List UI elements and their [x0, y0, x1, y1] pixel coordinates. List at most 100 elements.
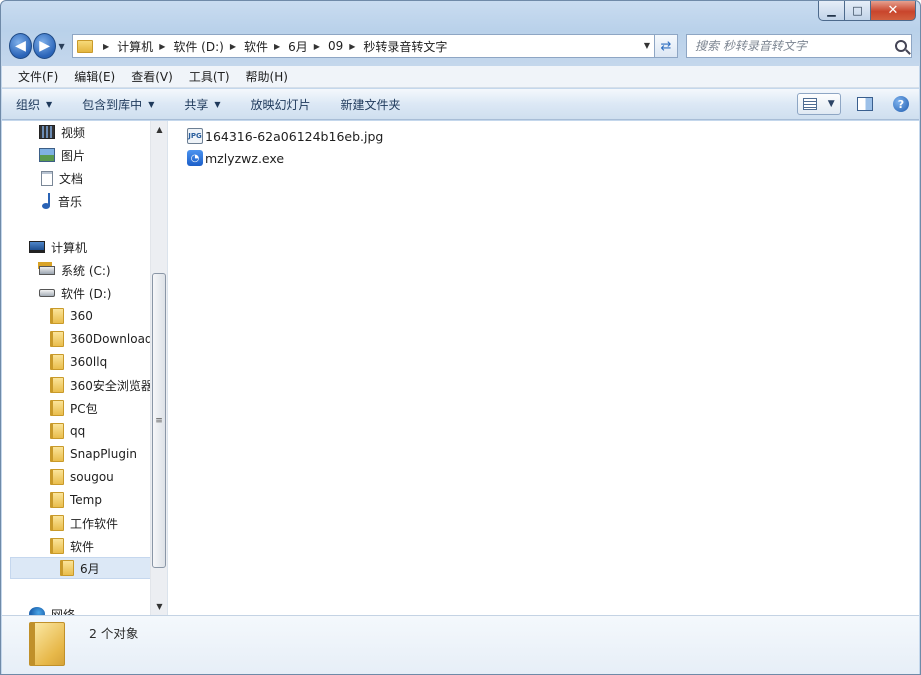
- chevron-down-icon: ▼: [148, 99, 155, 109]
- menu-tools[interactable]: 工具(T): [181, 68, 238, 85]
- breadcrumb-separator[interactable]: ▶: [103, 42, 109, 51]
- nav-item-network[interactable]: 网络: [29, 603, 75, 615]
- search-input[interactable]: [695, 39, 895, 53]
- refresh-button[interactable]: ⇄: [655, 34, 678, 58]
- share-button[interactable]: 共享 ▼: [184, 96, 220, 113]
- folder-icon: [50, 377, 64, 393]
- details-pane: 2 个对象: [2, 615, 919, 674]
- nav-item-music[interactable]: 音乐: [42, 190, 82, 212]
- file-name: 164316-62a06124b16eb.jpg: [205, 128, 384, 144]
- breadcrumb-current[interactable]: 秒转录音转文字: [363, 38, 447, 55]
- nav-item-computer[interactable]: 计算机: [29, 236, 87, 258]
- nav-label: SnapPlugin: [70, 447, 137, 461]
- scroll-down-icon[interactable]: ▼: [151, 598, 168, 615]
- nav-folder[interactable]: 360llq: [50, 351, 107, 373]
- nav-label: 6月: [80, 561, 100, 576]
- window-controls: ▁ □ ✕: [818, 1, 916, 21]
- breadcrumb-drive-d[interactable]: 软件 (D:): [173, 38, 223, 55]
- menu-view[interactable]: 查看(V): [123, 68, 181, 85]
- navigation-pane: 视频 图片 文档 音乐 计算机 系统 (C:) 软件 (D:) 360 360D…: [2, 121, 168, 615]
- list-item[interactable]: JPG 164316-62a06124b16eb.jpg: [187, 126, 383, 146]
- new-folder-button[interactable]: 新建文件夹: [341, 96, 401, 113]
- nav-folder[interactable]: 软件: [50, 535, 94, 557]
- folder-icon: [50, 331, 64, 347]
- nav-item-drive-d[interactable]: 软件 (D:): [39, 282, 111, 304]
- folder-icon: [50, 492, 64, 508]
- nav-folder[interactable]: 360安全浏览器: [50, 374, 153, 396]
- breadcrumb-separator[interactable]: ▶: [274, 42, 280, 51]
- music-library-icon: [42, 193, 52, 209]
- scroll-up-icon[interactable]: ▲: [151, 121, 168, 138]
- slideshow-button[interactable]: 放映幻灯片: [251, 96, 311, 113]
- nav-folder[interactable]: 工作软件: [50, 512, 118, 534]
- nav-label: Temp: [70, 493, 102, 507]
- folder-icon: [50, 423, 64, 439]
- help-icon[interactable]: ?: [893, 96, 909, 112]
- refresh-icon: ⇄: [660, 38, 672, 54]
- navigation-scrollbar[interactable]: ▲ ≡ ▼: [150, 121, 167, 615]
- folder-icon: [50, 469, 64, 485]
- menu-help[interactable]: 帮助(H): [238, 68, 296, 85]
- nav-folder[interactable]: sougou: [50, 466, 114, 488]
- nav-label: qq: [70, 424, 86, 438]
- nav-label: 360llq: [70, 355, 108, 369]
- menu-file[interactable]: 文件(F): [10, 68, 66, 85]
- nav-folder[interactable]: qq: [50, 420, 85, 442]
- minimize-button[interactable]: ▁: [818, 1, 845, 21]
- breadcrumb-separator[interactable]: ▶: [159, 42, 165, 51]
- folder-icon: [50, 515, 64, 531]
- jpg-file-icon: JPG: [187, 128, 203, 144]
- include-in-library-button[interactable]: 包含到库中 ▼: [82, 96, 154, 113]
- nav-label: sougou: [70, 470, 114, 484]
- breadcrumb-computer[interactable]: 计算机: [117, 38, 153, 55]
- chevron-down-icon[interactable]: ▼: [828, 99, 835, 109]
- nav-item-pictures[interactable]: 图片: [39, 144, 85, 166]
- breadcrumb-09[interactable]: 09: [328, 39, 343, 53]
- maximize-button[interactable]: □: [845, 1, 871, 21]
- menu-edit[interactable]: 编辑(E): [66, 68, 123, 85]
- folder-icon: [60, 560, 74, 576]
- scroll-thumb[interactable]: ≡: [152, 273, 166, 568]
- nav-folder[interactable]: Temp: [50, 489, 102, 511]
- picture-library-icon: [39, 148, 55, 162]
- recent-pages-dropdown[interactable]: ▼: [57, 42, 66, 51]
- close-button[interactable]: ✕: [871, 1, 916, 21]
- breadcrumb-june[interactable]: 6月: [288, 38, 308, 55]
- nav-item-videos[interactable]: 视频: [39, 121, 85, 143]
- nav-label: 软件 (D:): [61, 286, 112, 301]
- nav-folder[interactable]: 360Download: [50, 328, 153, 350]
- file-list[interactable]: JPG 164316-62a06124b16eb.jpg ◔ mzlyzwz.e…: [168, 121, 919, 615]
- forward-button[interactable]: ▶: [33, 33, 57, 59]
- organize-button[interactable]: 组织 ▼: [16, 96, 52, 113]
- nav-folder-current[interactable]: 6月: [10, 557, 157, 579]
- preview-pane-icon[interactable]: [857, 97, 873, 111]
- address-bar[interactable]: ▶ 计算机 ▶ 软件 (D:) ▶ 软件 ▶ 6月 ▶ 09 ▶ 秒转录音转文字…: [72, 34, 656, 58]
- breadcrumb-separator[interactable]: ▶: [314, 42, 320, 51]
- include-in-library-label: 包含到库中: [82, 97, 143, 112]
- exe-app-icon: ◔: [187, 150, 203, 166]
- address-dropdown-icon[interactable]: ▼: [644, 41, 650, 50]
- nav-label: 文档: [59, 171, 84, 186]
- list-item[interactable]: ◔ mzlyzwz.exe: [187, 148, 284, 168]
- toolbar-right: ▼ ?: [797, 93, 909, 115]
- network-icon: [29, 607, 45, 615]
- nav-folder[interactable]: SnapPlugin: [50, 443, 137, 465]
- breadcrumb-software[interactable]: 软件: [244, 38, 268, 55]
- back-button[interactable]: ◀: [9, 33, 33, 59]
- nav-label: 图片: [61, 148, 86, 163]
- folder-icon: [29, 622, 65, 666]
- change-view-button[interactable]: ▼: [797, 93, 841, 115]
- search-box[interactable]: [686, 34, 912, 58]
- nav-label: 软件: [70, 539, 95, 554]
- search-icon[interactable]: [895, 40, 907, 52]
- nav-folder[interactable]: PC包: [50, 397, 98, 419]
- nav-folder[interactable]: 360: [50, 305, 93, 327]
- breadcrumb-separator[interactable]: ▶: [230, 42, 236, 51]
- nav-item-drive-c[interactable]: 系统 (C:): [39, 259, 111, 281]
- nav-item-documents[interactable]: 文档: [41, 167, 83, 189]
- system-drive-icon: [39, 265, 55, 275]
- breadcrumb-separator[interactable]: ▶: [349, 42, 355, 51]
- folder-icon: [50, 538, 64, 554]
- document-library-icon: [41, 170, 53, 186]
- nav-label: PC包: [70, 401, 98, 416]
